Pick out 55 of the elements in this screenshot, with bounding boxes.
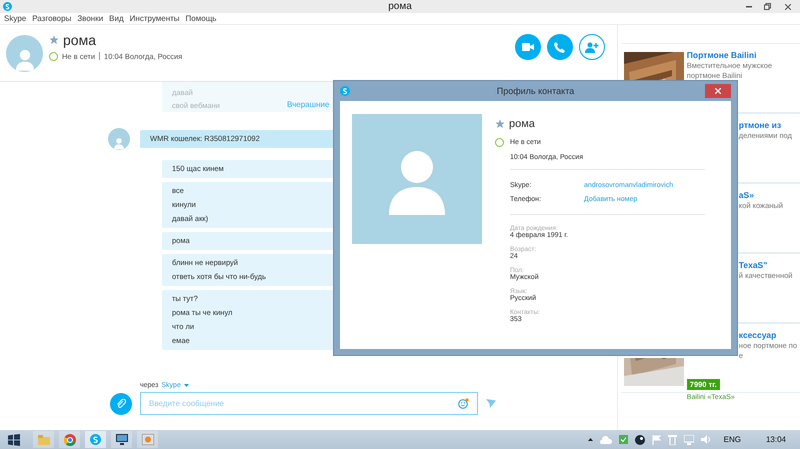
menu-item[interactable]: Вид [109, 14, 124, 23]
app-icon[interactable] [137, 431, 158, 448]
close-icon [785, 4, 791, 10]
flag-icon[interactable] [652, 434, 661, 444]
close-button[interactable] [705, 84, 731, 98]
person-icon [112, 136, 126, 150]
sender-avatar[interactable] [108, 128, 130, 150]
close-icon [715, 88, 721, 94]
language-indicator[interactable]: ENG [724, 435, 741, 444]
ad-title[interactable]: aS» [738, 190, 754, 200]
video-call-button[interactable] [514, 34, 541, 60]
message-placeholder: Введите сообщение [149, 399, 224, 408]
contact-name: рома [63, 32, 96, 48]
offline-status-icon [49, 52, 58, 60]
start-icon[interactable] [8, 434, 20, 446]
contact-avatar[interactable] [6, 34, 43, 72]
menu-item[interactable]: Skype [4, 14, 26, 23]
skype-logo-icon [90, 434, 101, 445]
menu-item[interactable]: Разговоры [32, 14, 72, 23]
send-icon[interactable] [486, 399, 496, 408]
file-explorer-icon[interactable] [33, 431, 54, 448]
monitor-icon[interactable] [111, 431, 132, 448]
dialog-title: Профиль контакта [496, 86, 574, 96]
restore-icon [764, 3, 770, 10]
ad-title[interactable]: ксессуар [738, 330, 776, 340]
phone-icon [554, 42, 566, 52]
cloud-icon[interactable] [600, 436, 612, 444]
window-title: рома [388, 0, 412, 13]
volume-icon[interactable] [700, 435, 711, 444]
offline-status-icon [495, 138, 504, 147]
ad-title[interactable]: ртмоне из [738, 120, 782, 130]
emoticon-icon[interactable] [458, 398, 469, 409]
attach-button[interactable] [110, 392, 132, 414]
caret-icon[interactable] [184, 384, 189, 387]
skype-logo-icon [3, 2, 12, 11]
call-button[interactable] [546, 34, 573, 60]
star-icon[interactable] [495, 119, 505, 129]
video-camera-icon [522, 43, 534, 51]
add-person-icon [584, 42, 599, 52]
browser-icon[interactable] [59, 431, 80, 448]
menu-item[interactable]: Звонки [77, 14, 104, 23]
menu-item[interactable]: Инструменты [130, 14, 180, 23]
add-contact-button[interactable] [578, 34, 605, 60]
ad-title[interactable]: Портмоне Bailini [686, 50, 756, 60]
skype-logo-icon [340, 86, 350, 96]
skype-taskbar-icon[interactable] [85, 431, 106, 448]
tray-arrow-icon[interactable] [588, 438, 593, 441]
ad-title[interactable]: TexaS" [738, 260, 768, 270]
star-icon[interactable] [49, 34, 59, 44]
profile-name: рома [509, 118, 535, 130]
clock[interactable]: 13:04 [766, 435, 786, 444]
menu-item[interactable]: Помощь [186, 14, 216, 23]
shield-icon[interactable] [618, 435, 628, 444]
paperclip-icon [116, 398, 126, 408]
minimize-icon [746, 6, 752, 8]
